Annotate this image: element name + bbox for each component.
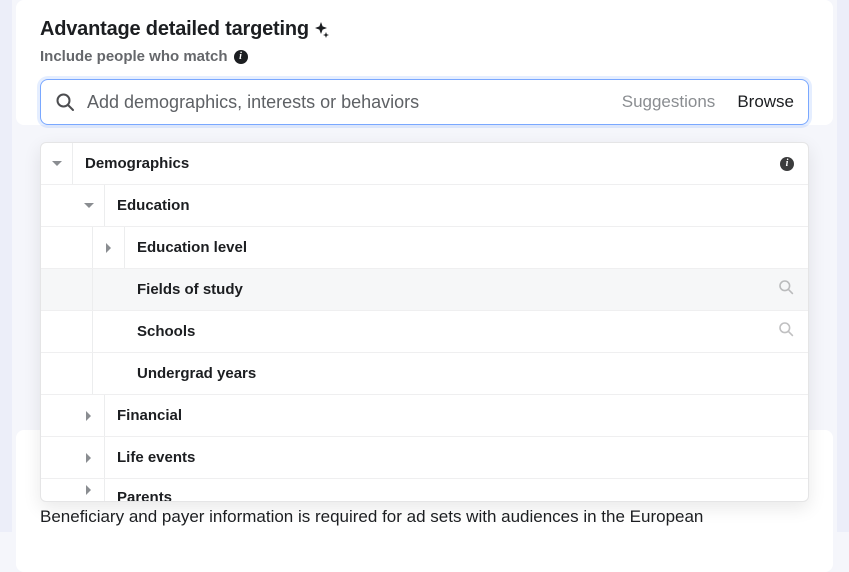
chevron-down-icon[interactable] xyxy=(73,185,105,226)
tree-label: Education xyxy=(105,197,794,214)
tree-row-financial[interactable]: Financial xyxy=(41,395,808,437)
search-icon[interactable] xyxy=(778,321,794,342)
sparkle-icon xyxy=(313,22,329,38)
suggestions-link[interactable]: Suggestions xyxy=(622,92,716,112)
info-icon[interactable]: i xyxy=(780,157,794,171)
chevron-right-icon[interactable] xyxy=(73,479,105,501)
browse-dropdown: Demographics i Education Education level… xyxy=(40,142,809,502)
tree-row-education-level[interactable]: Education level xyxy=(41,227,808,269)
chevron-down-icon[interactable] xyxy=(41,143,73,184)
tree-row-life-events[interactable]: Life events xyxy=(41,437,808,479)
tree-label: Life events xyxy=(105,449,794,466)
search-icon xyxy=(55,92,75,112)
tree-label: Parents xyxy=(105,479,794,501)
browse-link[interactable]: Browse xyxy=(737,92,794,112)
search-icon[interactable] xyxy=(778,279,794,300)
footer-notice: Beneficiary and payer information is req… xyxy=(40,505,809,530)
tree-label: Schools xyxy=(125,323,778,340)
outer-rail-left xyxy=(0,0,12,532)
search-input[interactable] xyxy=(87,92,610,113)
info-icon[interactable]: i xyxy=(234,50,248,64)
tree-row-education[interactable]: Education xyxy=(41,185,808,227)
chevron-right-icon[interactable] xyxy=(93,227,125,268)
search-field-wrapper[interactable]: Suggestions Browse xyxy=(40,79,809,125)
tree-row-fields-of-study[interactable]: Fields of study xyxy=(41,269,808,311)
tree-row-demographics[interactable]: Demographics i xyxy=(41,143,808,185)
tree-row-undergrad-years[interactable]: Undergrad years xyxy=(41,353,808,395)
tree-label: Undergrad years xyxy=(125,365,794,382)
section-title: Advantage detailed targeting xyxy=(40,18,309,41)
tree-label: Financial xyxy=(105,407,794,424)
chevron-right-icon[interactable] xyxy=(73,437,105,478)
tree-label: Demographics xyxy=(73,155,780,172)
main-card: Advantage detailed targeting Include peo… xyxy=(16,0,833,125)
tree-label: Fields of study xyxy=(125,281,778,298)
outer-rail-right xyxy=(837,0,849,532)
section-subtitle: Include people who match xyxy=(40,48,228,65)
tree-row-parents[interactable]: Parents xyxy=(41,479,808,501)
tree-label: Education level xyxy=(125,239,794,256)
tree-row-schools[interactable]: Schools xyxy=(41,311,808,353)
chevron-right-icon[interactable] xyxy=(73,395,105,436)
